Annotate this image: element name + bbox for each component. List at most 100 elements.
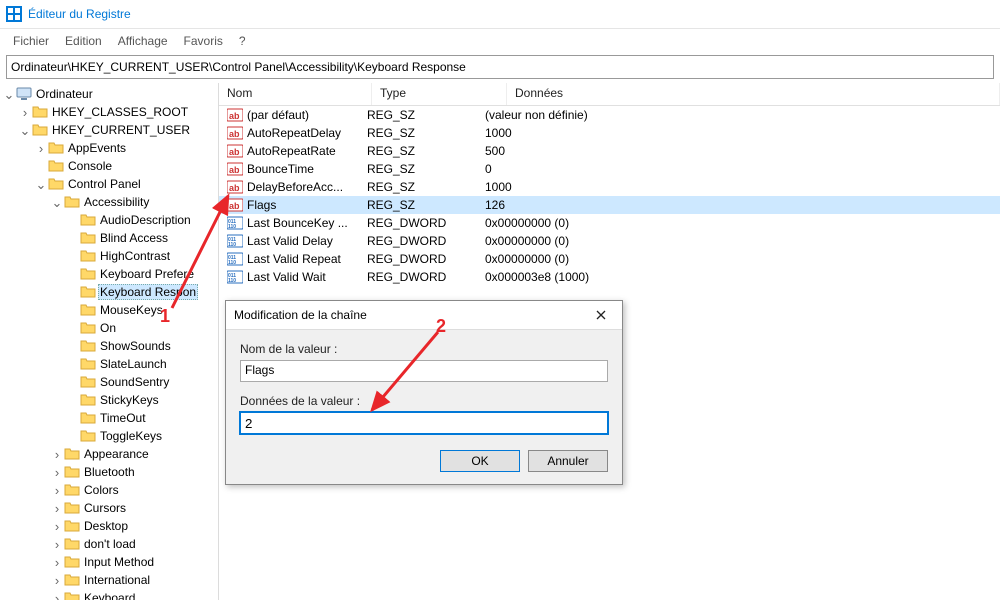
tree-acc-child[interactable]: SoundSentry bbox=[0, 373, 218, 391]
registry-tree[interactable]: ⌄Ordinateur › HKEY_CLASSES_ROOT ⌄ HKEY_CURRE… bbox=[0, 83, 219, 600]
chevron-right-icon[interactable]: › bbox=[50, 466, 64, 479]
app-icon bbox=[6, 6, 22, 22]
tree-cp-child[interactable]: › don't load bbox=[0, 535, 218, 553]
menu-fav[interactable]: Favoris bbox=[177, 32, 230, 50]
chevron-right-icon[interactable]: › bbox=[50, 538, 64, 551]
value-name: (par défaut) bbox=[247, 108, 367, 122]
tree-acc-child[interactable]: Blind Access bbox=[0, 229, 218, 247]
value-name: DelayBeforeAcc... bbox=[247, 180, 367, 194]
chevron-down-icon[interactable]: ⌄ bbox=[50, 196, 64, 209]
chevron-down-icon[interactable]: ⌄ bbox=[18, 124, 32, 137]
value-row[interactable]: (par défaut) REG_SZ (valeur non définie) bbox=[219, 106, 1000, 124]
menu-help[interactable]: ? bbox=[232, 32, 253, 50]
folder-icon bbox=[80, 266, 96, 282]
tree-acc-child[interactable]: SlateLaunch bbox=[0, 355, 218, 373]
chevron-right-icon[interactable]: › bbox=[50, 502, 64, 515]
folder-icon bbox=[64, 446, 80, 462]
chevron-down-icon[interactable]: ⌄ bbox=[34, 178, 48, 191]
folder-icon bbox=[80, 428, 96, 444]
tree-acc-child[interactable]: TimeOut bbox=[0, 409, 218, 427]
address-bar[interactable]: Ordinateur\HKEY_CURRENT_USER\Control Pan… bbox=[6, 55, 994, 79]
chevron-down-icon[interactable]: ⌄ bbox=[2, 88, 16, 101]
value-name: Flags bbox=[247, 198, 367, 212]
tree-acc-child[interactable]: Keyboard Prefere bbox=[0, 265, 218, 283]
chevron-right-icon[interactable]: › bbox=[50, 520, 64, 533]
tree-root[interactable]: ⌄Ordinateur bbox=[0, 85, 218, 103]
dword-icon bbox=[227, 233, 243, 249]
value-type: REG_DWORD bbox=[367, 234, 485, 248]
tree-hkcr[interactable]: › HKEY_CLASSES_ROOT bbox=[0, 103, 218, 121]
value-data-input[interactable] bbox=[240, 412, 608, 434]
folder-icon bbox=[64, 590, 80, 600]
col-type[interactable]: Type bbox=[372, 83, 507, 105]
tree-cp-child[interactable]: ›Cursors bbox=[0, 499, 218, 517]
cancel-button[interactable]: Annuler bbox=[528, 450, 608, 472]
tree-acc-child[interactable]: Keyboard Respon bbox=[0, 283, 218, 301]
col-name[interactable]: Nom bbox=[219, 83, 372, 105]
chevron-right-icon[interactable]: › bbox=[50, 448, 64, 461]
address-text: Ordinateur\HKEY_CURRENT_USER\Control Pan… bbox=[11, 60, 466, 74]
chevron-right-icon[interactable]: › bbox=[50, 574, 64, 587]
value-row[interactable]: BounceTime REG_SZ 0 bbox=[219, 160, 1000, 178]
menu-edit[interactable]: Edition bbox=[58, 32, 109, 50]
tree-appevents[interactable]: ›AppEvents bbox=[0, 139, 218, 157]
chevron-right-icon[interactable]: › bbox=[34, 142, 48, 155]
tree-acc-child[interactable]: On bbox=[0, 319, 218, 337]
value-row[interactable]: Flags REG_SZ 126 bbox=[219, 196, 1000, 214]
folder-icon bbox=[64, 536, 80, 552]
close-icon[interactable] bbox=[588, 305, 614, 325]
chevron-right-icon[interactable]: › bbox=[50, 556, 64, 569]
chevron-right-icon[interactable]: › bbox=[50, 592, 64, 600]
dword-icon bbox=[227, 251, 243, 267]
value-row[interactable]: Last Valid Wait REG_DWORD 0x000003e8 (10… bbox=[219, 268, 1000, 286]
tree-acc-child[interactable]: MouseKeys bbox=[0, 301, 218, 319]
value-row[interactable]: AutoRepeatRate REG_SZ 500 bbox=[219, 142, 1000, 160]
tree-item-label: Input Method bbox=[82, 555, 156, 569]
tree-controlpanel[interactable]: ⌄Control Panel bbox=[0, 175, 218, 193]
tree-acc-child[interactable]: ToggleKeys bbox=[0, 427, 218, 445]
tree-item-label: StickyKeys bbox=[98, 393, 161, 407]
value-row[interactable]: AutoRepeatDelay REG_SZ 1000 bbox=[219, 124, 1000, 142]
tree-acc-child[interactable]: ShowSounds bbox=[0, 337, 218, 355]
ok-button[interactable]: OK bbox=[440, 450, 520, 472]
tree-console[interactable]: Console bbox=[0, 157, 218, 175]
value-row[interactable]: Last Valid Delay REG_DWORD 0x00000000 (0… bbox=[219, 232, 1000, 250]
chevron-right-icon[interactable]: › bbox=[18, 106, 32, 119]
menu-view[interactable]: Affichage bbox=[111, 32, 175, 50]
string-icon bbox=[227, 197, 243, 213]
tree-cp-child[interactable]: ›Keyboard bbox=[0, 589, 218, 600]
tree-acc-child[interactable]: HighContrast bbox=[0, 247, 218, 265]
tree-cp-child[interactable]: › International bbox=[0, 571, 218, 589]
value-name: Last BounceKey ... bbox=[247, 216, 367, 230]
tree-acc-child[interactable]: AudioDescription bbox=[0, 211, 218, 229]
chevron-right-icon[interactable]: › bbox=[50, 484, 64, 497]
string-icon bbox=[227, 179, 243, 195]
tree-item-label: ShowSounds bbox=[98, 339, 173, 353]
value-row[interactable]: Last Valid Repeat REG_DWORD 0x00000000 (… bbox=[219, 250, 1000, 268]
value-row[interactable]: DelayBeforeAcc... REG_SZ 1000 bbox=[219, 178, 1000, 196]
list-header: Nom Type Données bbox=[219, 83, 1000, 106]
value-row[interactable]: Last BounceKey ... REG_DWORD 0x00000000 … bbox=[219, 214, 1000, 232]
tree-item-label: don't load bbox=[82, 537, 138, 551]
tree-acc-child[interactable]: StickyKeys bbox=[0, 391, 218, 409]
tree-item-label: International bbox=[82, 573, 152, 587]
tree-item-label: HKEY_CLASSES_ROOT bbox=[50, 105, 190, 119]
tree-accessibility[interactable]: ⌄Accessibility bbox=[0, 193, 218, 211]
value-type: REG_DWORD bbox=[367, 216, 485, 230]
tree-hkcu[interactable]: ⌄ HKEY_CURRENT_USER bbox=[0, 121, 218, 139]
tree-cp-child[interactable]: ›Colors bbox=[0, 481, 218, 499]
tree-cp-child[interactable]: ›Desktop bbox=[0, 517, 218, 535]
tree-item-label: HKEY_CURRENT_USER bbox=[50, 123, 192, 137]
tree-cp-child[interactable]: › Input Method bbox=[0, 553, 218, 571]
tree-cp-child[interactable]: ›Appearance bbox=[0, 445, 218, 463]
value-data: 1000 bbox=[485, 126, 1000, 140]
dword-icon bbox=[227, 215, 243, 231]
tree-cp-child[interactable]: ›Bluetooth bbox=[0, 463, 218, 481]
menu-file[interactable]: Fichier bbox=[6, 32, 56, 50]
col-data[interactable]: Données bbox=[507, 83, 1000, 105]
tree-item-label: SlateLaunch bbox=[98, 357, 169, 371]
menu-bar: Fichier Edition Affichage Favoris ? bbox=[0, 29, 1000, 53]
value-name: Last Valid Repeat bbox=[247, 252, 367, 266]
folder-icon bbox=[80, 320, 96, 336]
folder-icon bbox=[80, 374, 96, 390]
